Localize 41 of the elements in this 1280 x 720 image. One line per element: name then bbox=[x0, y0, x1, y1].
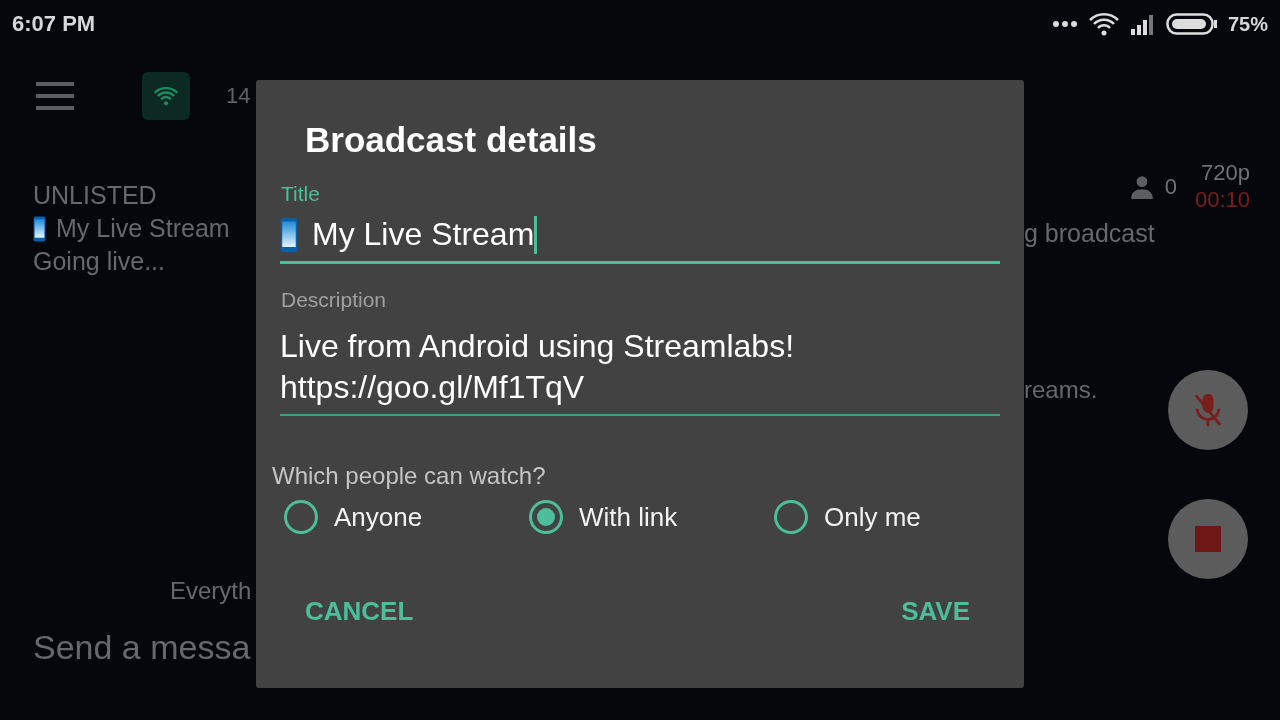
option-label[interactable]: Only me bbox=[824, 501, 921, 533]
field-value: Live from Android using Streamlabs! https://goo.gl/Mf1TqV bbox=[280, 327, 796, 407]
resolution-text: 720p bbox=[1201, 159, 1250, 186]
chat-notice: reams. bbox=[1024, 375, 1098, 405]
cancel-button[interactable]: CANCEL bbox=[305, 596, 414, 627]
battery-icon bbox=[1165, 13, 1218, 35]
text-cursor bbox=[534, 215, 538, 254]
dialog-title: Broadcast details bbox=[305, 120, 597, 160]
option-label[interactable]: Anyone bbox=[334, 501, 423, 533]
message-placeholder[interactable]: Send a messa bbox=[33, 631, 256, 664]
title-field[interactable]: My Live Stream bbox=[280, 214, 1000, 264]
signal-icon bbox=[1129, 13, 1156, 35]
phone-icon bbox=[33, 215, 46, 242]
description-field[interactable]: Live from Android using Streamlabs! https://goo.gl/Mf1TqV bbox=[280, 326, 1000, 416]
more-icon bbox=[1051, 20, 1078, 28]
field-label: Title bbox=[281, 182, 320, 206]
person-icon bbox=[1128, 173, 1155, 200]
bitrate-text: 14 bbox=[226, 83, 251, 109]
phone-icon bbox=[280, 216, 298, 253]
stream-status: Going live... bbox=[33, 246, 166, 277]
save-button[interactable]: SAVE bbox=[901, 596, 970, 627]
stop-icon bbox=[1195, 526, 1221, 552]
radio-button[interactable] bbox=[529, 500, 563, 534]
menu-icon[interactable] bbox=[36, 82, 74, 110]
wifi-icon bbox=[153, 86, 179, 106]
field-label: Description bbox=[281, 288, 387, 312]
field-value: My Live Stream bbox=[312, 215, 535, 254]
privacy-text: UNLISTED bbox=[33, 180, 158, 211]
question-text: Which people can watch? bbox=[272, 462, 546, 490]
elapsed-time: 00:10 bbox=[1194, 186, 1250, 213]
viewer-count: 0 bbox=[1164, 173, 1177, 200]
option-label[interactable]: With link bbox=[579, 501, 678, 533]
connection-badge[interactable] bbox=[142, 72, 190, 120]
chat-notice: Everyth bbox=[170, 576, 253, 606]
wifi-icon bbox=[1087, 12, 1120, 36]
stream-title: My Live Stream bbox=[56, 213, 230, 244]
clock-time: 6:07 PM bbox=[12, 11, 96, 37]
radio-button[interactable] bbox=[774, 500, 808, 534]
radio-button[interactable] bbox=[284, 500, 318, 534]
broadcast-status: g broadcast bbox=[1024, 218, 1156, 249]
battery-percent: 75% bbox=[1227, 12, 1268, 36]
